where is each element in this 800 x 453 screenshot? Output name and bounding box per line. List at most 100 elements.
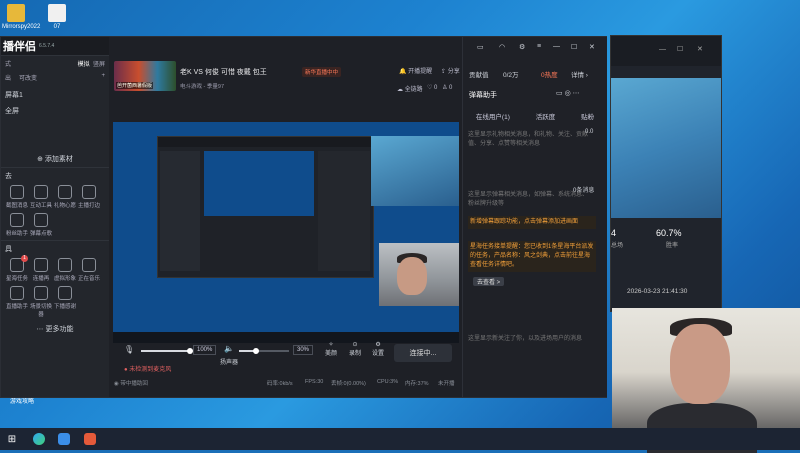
edge-icon[interactable]	[31, 431, 47, 447]
tool-screenshot[interactable]: 截图消息	[5, 185, 29, 209]
record-status: 未开播	[438, 381, 455, 387]
tab-activity[interactable]: 活跃度	[536, 111, 556, 121]
tools-section: 去 截图消息 互动工具 礼物心愿 主播打边 粉丝助手 弹幕点歌	[1, 167, 109, 240]
scene-item[interactable]: 全屏	[5, 106, 105, 116]
headset-icon[interactable]: ◠	[499, 43, 505, 51]
view-task-button[interactable]: 去查看 >	[473, 277, 505, 286]
mode-section: 式 模拟 竖屏 出 可改变 + 屏幕1 全屏 ⊕ 添加素材	[1, 55, 109, 167]
add-icon[interactable]: +	[101, 73, 105, 82]
online-count: 0.0	[585, 129, 594, 135]
scene-label[interactable]: 屏幕1	[5, 90, 105, 100]
tool-pk[interactable]: 主播打边	[77, 185, 101, 209]
menu-icon[interactable]: ≡	[537, 43, 541, 50]
mode-b[interactable]: 可改变	[19, 73, 37, 82]
apps-section: 具 1 星海任务 连播再 虚拟形象 正在音乐 直播助手 场景切换器 下播感谢 ⋯ …	[1, 240, 109, 337]
heat-label: 0热度	[541, 72, 558, 79]
mode-section-label: 式	[5, 62, 12, 68]
settings-app-icon[interactable]	[56, 431, 72, 447]
app-avatar[interactable]: 虚拟形象	[53, 258, 77, 282]
download-icon	[82, 258, 96, 272]
tab-portrait[interactable]: 竖屏	[93, 62, 105, 68]
app-thanks[interactable]: 下播感谢	[53, 286, 77, 318]
mic-volume-value: 100%	[193, 345, 217, 355]
speaker-volume-value: 30%	[293, 345, 314, 355]
right-panel-header: 贡献值 0/2万 0热度 详情 ›	[463, 37, 607, 87]
tools-label: 去	[5, 173, 12, 180]
tab-simulate[interactable]: 模拟	[78, 62, 90, 68]
more-features-button[interactable]: ⋯ 更多功能	[5, 324, 105, 334]
desktop-icon-07[interactable]: 07	[43, 4, 71, 30]
follow-info-text: 这里显示新关注了你，以及进场用户的消息	[468, 336, 583, 342]
tab-fans[interactable]: 贴粉	[581, 111, 594, 121]
fan-icon	[10, 213, 24, 227]
link-icon	[34, 185, 48, 199]
message-count: 0条消息	[573, 188, 595, 194]
view-mode-button[interactable]: ☁ 全链路	[397, 84, 423, 93]
speaker-label: 扬声器	[220, 360, 239, 366]
add-material-button[interactable]: ⊕ 添加素材	[5, 154, 105, 164]
speaker-icon[interactable]: 🔈	[224, 344, 234, 353]
maximize-icon[interactable]: ☐	[571, 43, 577, 51]
cpu-usage: CPU:3%	[377, 379, 399, 385]
app-music[interactable]: 正在音乐	[77, 258, 101, 282]
tool-song[interactable]: 弹幕点歌	[29, 213, 53, 237]
stream-category[interactable]: 电斗游戏 - 季量97	[180, 82, 224, 90]
memory-usage: 内存:37%	[405, 381, 429, 387]
stream-thumbnail[interactable]: 芭开菌西暑假版	[114, 61, 176, 91]
left-panel: 播伴侣 6.5.7.4 式 模拟 竖屏 出 可改变 + 屏幕1 全屏 ⊕ 添加素…	[1, 37, 109, 397]
chat-icon[interactable]: ▭	[477, 43, 484, 51]
network-hint[interactable]: ◉ 带中播助回	[114, 379, 148, 387]
windows-taskbar: ⊞	[0, 428, 800, 450]
avatar-icon	[58, 258, 72, 272]
tab-online-users[interactable]: 在线用户(1)	[476, 111, 510, 121]
app-scene-switch[interactable]: 场景切换器	[29, 286, 53, 318]
connect-button[interactable]: 连接中...	[394, 344, 452, 362]
tool-interact[interactable]: 互动工具	[29, 185, 53, 209]
stream-preview[interactable]	[113, 122, 459, 343]
share-button[interactable]: ⇪ 分享	[441, 66, 460, 75]
minimize-icon[interactable]: —	[553, 43, 560, 50]
app-assistant[interactable]: 直播助手	[5, 286, 29, 318]
right-panel: 贡献值 0/2万 0热度 详情 › ▭ ◠ ⚙ ≡ — ☐ ✕ 弹幕助手 ▭ ◎…	[462, 37, 607, 397]
fans-count: ♙ 0	[442, 85, 453, 91]
settings-button[interactable]: ⚙ 设置	[372, 341, 384, 357]
live-app-icon[interactable]	[82, 431, 98, 447]
tool-fans[interactable]: 粉丝助手	[5, 213, 29, 237]
maximize-icon[interactable]: ☐	[677, 45, 683, 53]
mic-icon[interactable]: 🎙	[124, 345, 134, 354]
stat-left-label: 总场	[611, 243, 624, 249]
shield-icon	[10, 185, 24, 199]
audio-controls: 🎙 100% 🔈 扬声器 30% ✧ 美颜 ⊙ 录制 ⚙ 设置 连接中... ● 未检…	[109, 337, 462, 377]
desktop-icon-mirrorspy[interactable]: Mirrorspy2022	[2, 4, 40, 30]
beauty-button[interactable]: ✧ 美颜	[325, 341, 337, 357]
contribution-label: 贡献值	[469, 72, 489, 79]
tool-gift-wish[interactable]: 礼物心愿	[53, 185, 77, 209]
bg-window-image	[611, 78, 721, 218]
close-icon[interactable]: ✕	[589, 43, 595, 51]
close-icon[interactable]: ✕	[697, 45, 703, 53]
gift-icon	[58, 185, 72, 199]
mode-a[interactable]: 出	[5, 73, 11, 82]
gear-icon[interactable]: ⚙	[519, 43, 525, 51]
start-reminder-button[interactable]: 🔔 开播提醒	[399, 66, 432, 75]
cart-icon	[34, 258, 48, 272]
more-icon[interactable]: ⋯	[573, 90, 580, 97]
apps-label: 具	[5, 246, 12, 253]
windows-start-icon[interactable]: ⊞	[4, 431, 20, 447]
minimize-icon[interactable]: —	[659, 46, 666, 53]
app-star-task[interactable]: 1 星海任务	[5, 255, 29, 282]
stream-title[interactable]: 老K VS 何俊 可惜 夜戴 包王	[180, 67, 267, 77]
file-icon	[48, 4, 66, 22]
app-relay[interactable]: 连播再	[29, 258, 53, 282]
monitor-icon	[82, 185, 96, 199]
mic-volume-slider[interactable]	[141, 348, 193, 354]
settings-icon[interactable]: ◎	[565, 90, 571, 97]
background-window: — ☐ ✕ 4 总场 60.7% 胜率 2026-03-23 21:41:30	[610, 35, 722, 312]
notification-badge: 1	[21, 255, 28, 262]
contribution-value: 0/2万	[503, 72, 519, 79]
speaker-volume-slider[interactable]	[239, 348, 289, 354]
record-button[interactable]: ⊙ 录制	[349, 341, 361, 357]
ad-icon: 1	[10, 255, 28, 272]
detail-link[interactable]: 详情 ›	[571, 69, 588, 79]
screen-icon[interactable]: ▭	[556, 90, 563, 97]
